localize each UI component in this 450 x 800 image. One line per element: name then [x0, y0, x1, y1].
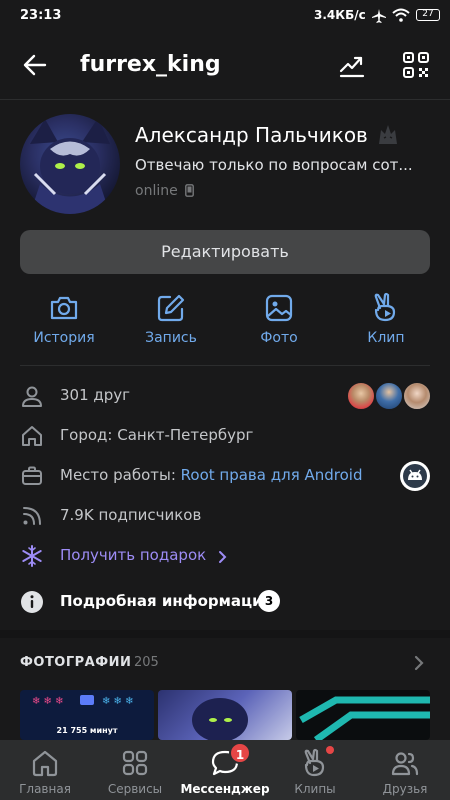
- work-group-avatar[interactable]: [400, 461, 430, 491]
- clips-notification-dot: [326, 746, 334, 754]
- airplane-icon: [372, 9, 386, 23]
- bottom-tab-bar: Главная Сервисы Мессенджер Клипы Друзья: [0, 740, 450, 800]
- clip-icon: [374, 292, 396, 322]
- photo-label: Фото: [260, 330, 298, 346]
- photo-thumbnail[interactable]: [296, 690, 430, 740]
- home-icon: [32, 750, 58, 777]
- back-arrow-icon[interactable]: [22, 52, 48, 78]
- work-link[interactable]: Root права для Android: [181, 466, 363, 484]
- status-time: 23:13: [20, 8, 62, 23]
- tab-home-label: Главная: [19, 782, 71, 796]
- page-title: furrex_king: [80, 52, 221, 77]
- gift-row[interactable]: Получить подарок: [20, 544, 430, 568]
- services-grid-icon: [122, 750, 148, 776]
- status-network-speed: 3.4КБ/с: [314, 8, 366, 22]
- details-count-badge: 3: [258, 590, 280, 612]
- image-icon: [265, 294, 293, 322]
- status-bar: 23:13 3.4КБ/с 27: [0, 0, 450, 32]
- profile-header: furrex_king: [0, 32, 450, 100]
- divider: [20, 365, 430, 366]
- info-icon: [21, 591, 43, 613]
- statistics-icon[interactable]: [338, 52, 366, 78]
- snowflake-icon: [22, 545, 42, 567]
- gift-text: Получить подарок: [60, 546, 207, 564]
- online-text: online: [135, 183, 178, 199]
- friend-avatar[interactable]: [402, 381, 432, 411]
- briefcase-icon: [22, 466, 42, 485]
- details-row[interactable]: Подробная информация: [20, 590, 430, 614]
- friend-avatar[interactable]: [374, 381, 404, 411]
- story-label: История: [33, 330, 95, 346]
- tab-services[interactable]: Сервисы: [90, 740, 180, 800]
- friend-avatar[interactable]: [346, 381, 376, 411]
- photo-thumbnail[interactable]: [158, 690, 292, 740]
- tab-messenger[interactable]: Мессенджер: [180, 740, 270, 800]
- battery-indicator: 27: [416, 9, 440, 21]
- photo-thumbnail[interactable]: ❄ ❄ ❄ ❄ ❄ ❄ 21 755 минут: [20, 690, 154, 740]
- online-indicator: online: [135, 182, 195, 199]
- chevron-right-icon[interactable]: [413, 655, 425, 671]
- photo-thumb-art: [192, 698, 248, 740]
- section-separator: [0, 630, 450, 638]
- photo-thumb-art: [299, 696, 430, 740]
- mobile-phone-icon: [185, 184, 195, 197]
- messenger-unread-badge: 1: [229, 742, 251, 764]
- svg-text:❄ ❄ ❄: ❄ ❄ ❄: [102, 696, 134, 707]
- tab-friends-label: Друзья: [382, 782, 428, 796]
- followers-count: 7.9K подписчиков: [60, 506, 202, 524]
- profile-avatar[interactable]: [20, 114, 120, 214]
- wolf-emoji-icon: [379, 125, 397, 144]
- tab-messenger-label: Мессенджер: [180, 782, 270, 796]
- tab-clips-label: Клипы: [294, 782, 336, 796]
- qr-code-icon[interactable]: [402, 51, 430, 79]
- edit-icon: [157, 294, 185, 322]
- friends-count: 301 друг: [60, 386, 131, 404]
- profile-status[interactable]: Отвечаю только по вопросам сот...: [135, 156, 435, 174]
- home-icon: [22, 426, 42, 446]
- camera-icon: [50, 296, 78, 320]
- wifi-icon: [392, 8, 410, 22]
- photo-thumb-caption: 21 755 минут: [56, 726, 118, 735]
- avatar-artwork: [30, 118, 110, 214]
- tab-friends[interactable]: Друзья: [360, 740, 450, 800]
- work-prefix: Место работы:: [60, 466, 181, 484]
- post-label: Запись: [145, 330, 197, 346]
- tab-home[interactable]: Главная: [0, 740, 90, 800]
- edit-profile-button[interactable]: Редактировать: [20, 230, 430, 274]
- tab-clips[interactable]: Клипы: [270, 740, 360, 800]
- photos-count: 205: [134, 655, 159, 670]
- city-row: Город: Санкт-Петербург: [20, 424, 430, 448]
- photos-title[interactable]: ФОТОГРАФИИ: [20, 655, 131, 670]
- clip-label: Клип: [367, 330, 405, 346]
- user-icon: [22, 386, 42, 407]
- svg-text:❄ ❄ ❄: ❄ ❄ ❄: [32, 696, 64, 707]
- profile-name: Александр Пальчиков: [135, 123, 368, 147]
- details-text: Подробная информация: [60, 592, 273, 610]
- city-text: Город: Санкт-Петербург: [60, 426, 254, 444]
- work-row: Место работы: Root права для Android: [20, 464, 430, 488]
- tab-services-label: Сервисы: [107, 782, 163, 796]
- friends-icon: [391, 752, 419, 776]
- android-logo-icon: [403, 464, 427, 488]
- rss-followers-icon: [23, 507, 41, 525]
- followers-row[interactable]: 7.9K подписчиков: [20, 504, 430, 528]
- clips-icon: [304, 748, 325, 777]
- chevron-right-icon: [219, 551, 227, 563]
